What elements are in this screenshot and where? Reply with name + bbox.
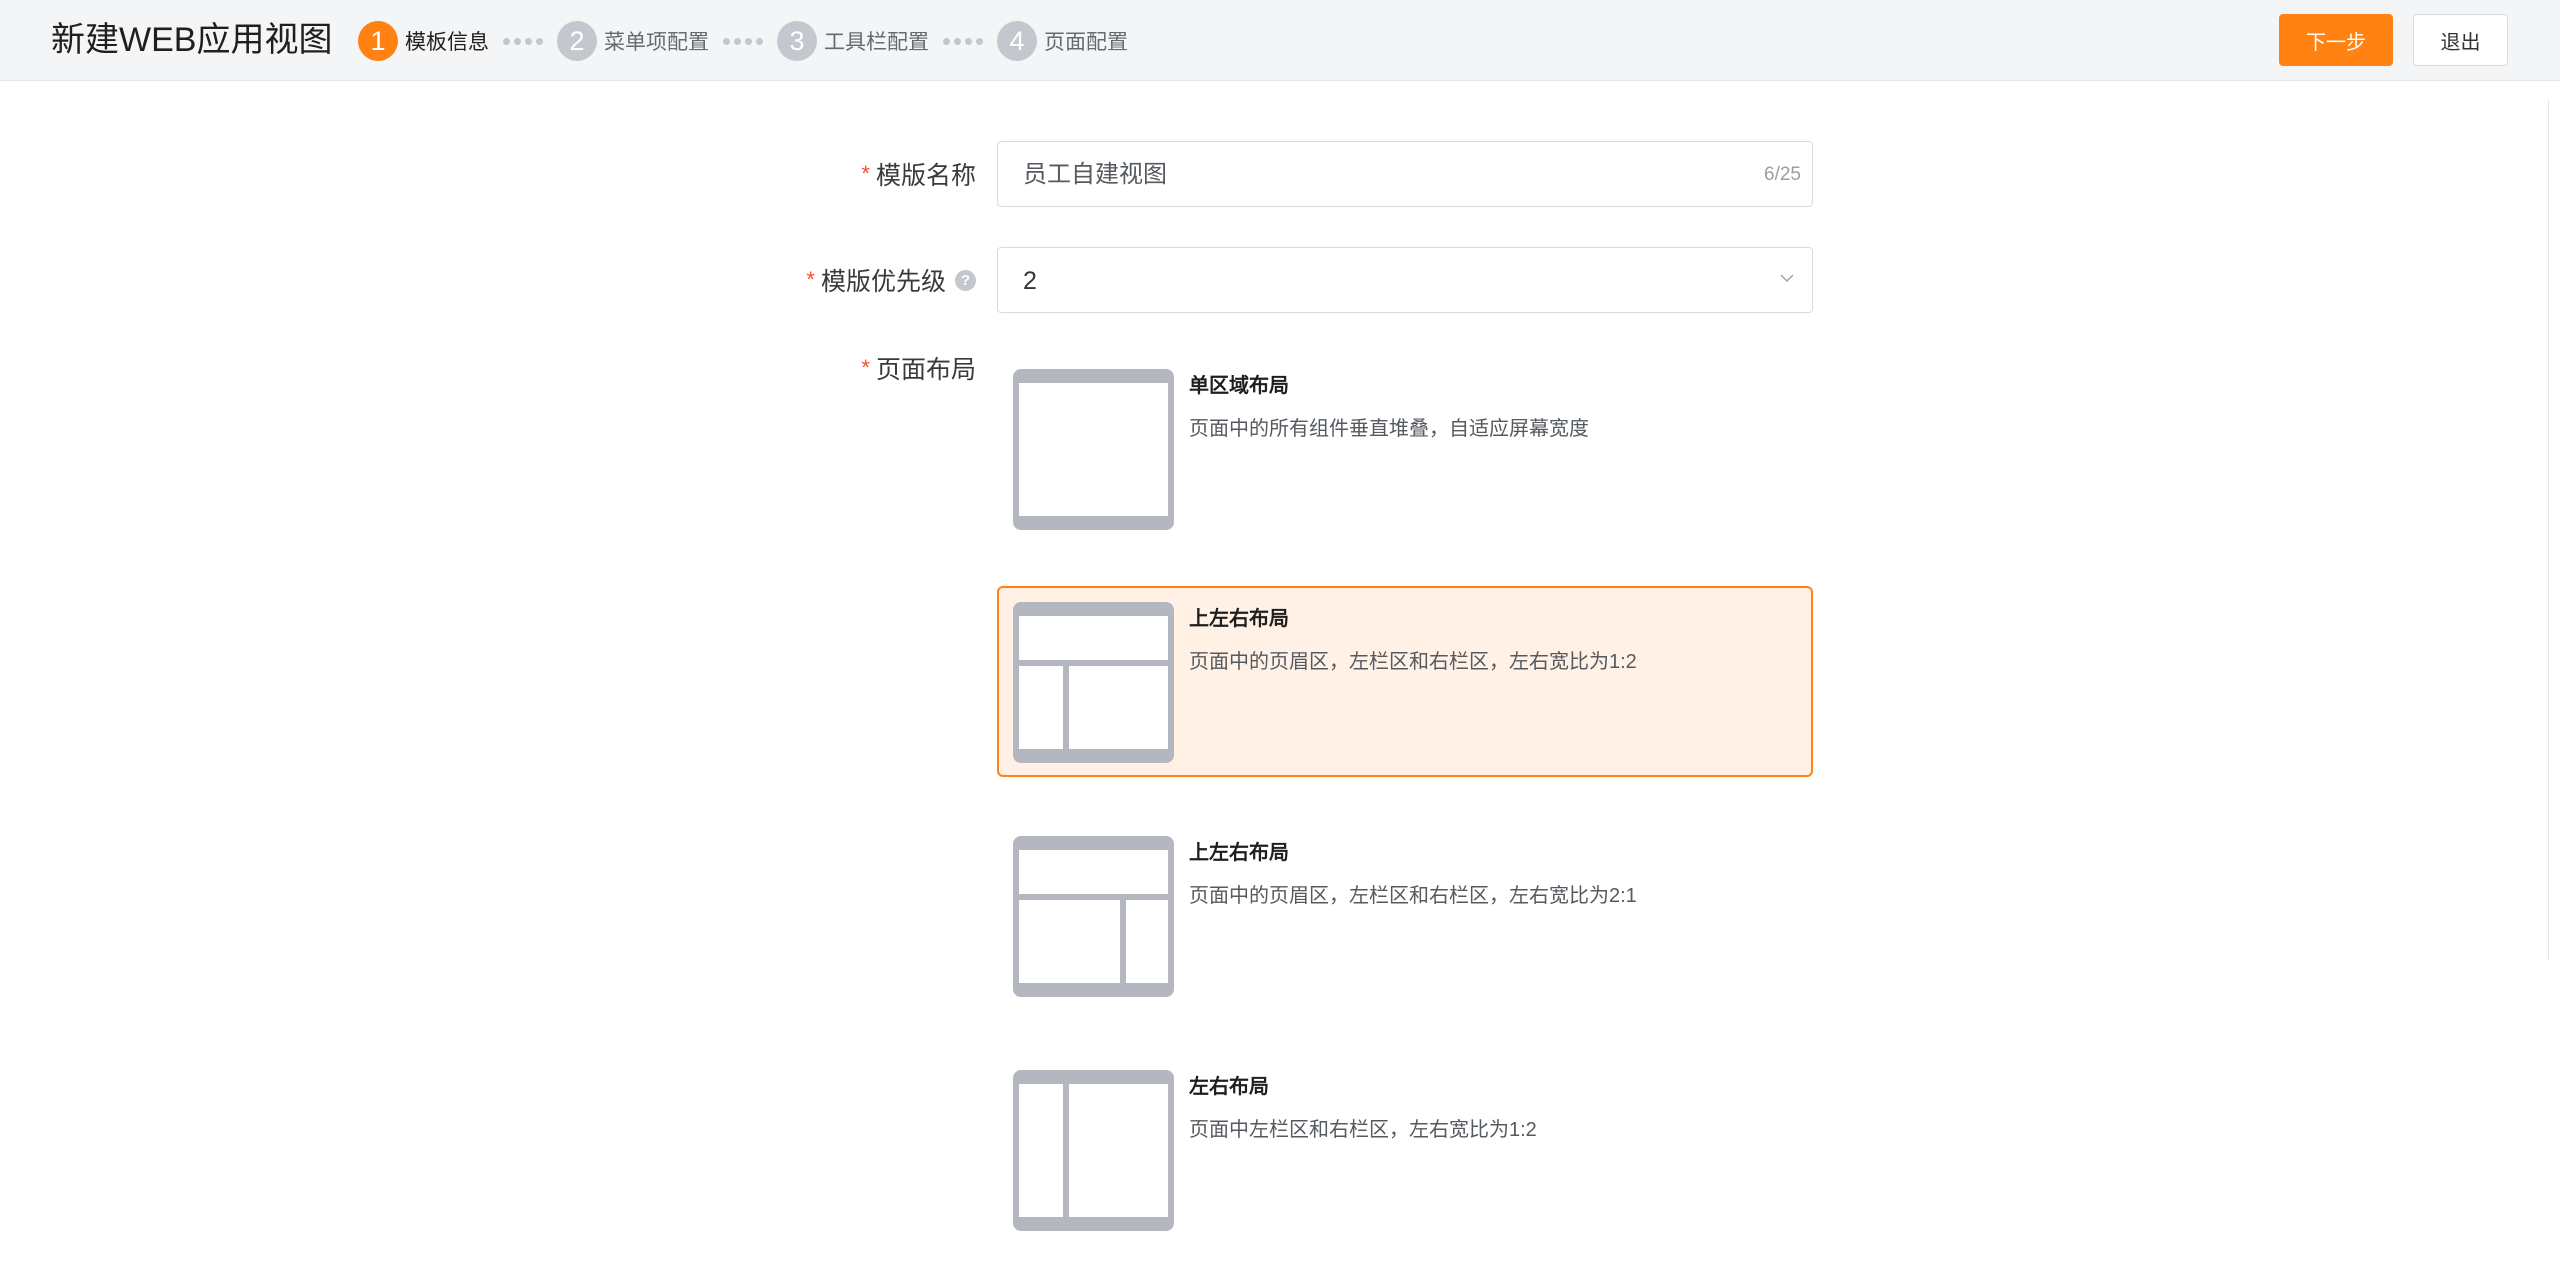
step-indicator: 1 模板信息 2 菜单项配置 3 工具栏配置 4 页面配置	[358, 21, 1128, 61]
layout-title: 上左右布局	[1189, 608, 1289, 630]
layout-option-single-region[interactable]: 单区域布局 页面中的所有组件垂直堆叠，自适应屏幕宽度	[997, 353, 1813, 544]
step-number: 1	[358, 21, 398, 61]
top-left-right-2-1-layout-icon	[1013, 836, 1174, 997]
layout-description: 页面中的页眉区，左栏区和右栏区，左右宽比为1:2	[1189, 651, 1637, 673]
step-label: 工具栏配置	[824, 31, 929, 54]
template-name-input[interactable]: 员工自建视图 6/25	[997, 141, 1813, 207]
step-number: 2	[557, 21, 597, 61]
step-connector	[943, 37, 983, 45]
step-connector	[723, 37, 763, 45]
step-number: 4	[997, 21, 1037, 61]
label-text: 模版优先级	[820, 268, 946, 296]
template-priority-select[interactable]: 2	[997, 247, 1813, 313]
label-text: 模版名称	[875, 162, 976, 190]
layout-title: 上左右布局	[1189, 842, 1289, 864]
layout-option-top-left-right-2-1[interactable]: 上左右布局 页面中的页眉区，左栏区和右栏区，左右宽比为2:1	[997, 820, 1813, 1011]
layout-description: 页面中的页眉区，左栏区和右栏区，左右宽比为2:1	[1189, 885, 1637, 907]
char-counter: 6/25	[1764, 164, 1801, 185]
required-mark: *	[806, 267, 815, 292]
input-value: 员工自建视图	[1023, 161, 1167, 188]
single-region-layout-icon	[1013, 369, 1174, 530]
page-title: 新建WEB应用视图	[51, 21, 333, 59]
step-label: 模板信息	[405, 31, 489, 54]
step-menu-config[interactable]: 2 菜单项配置	[557, 21, 709, 61]
chevron-down-icon	[1780, 274, 1794, 283]
step-number: 3	[777, 21, 817, 61]
select-value: 2	[1023, 267, 1037, 295]
layout-option-left-right[interactable]: 左右布局 页面中左栏区和右栏区，左右宽比为1:2	[997, 1054, 1813, 1245]
step-label: 菜单项配置	[604, 31, 709, 54]
top-left-right-1-2-layout-icon	[1013, 602, 1174, 763]
page-layout-label: * 页面布局	[861, 350, 976, 386]
layout-description: 页面中的所有组件垂直堆叠，自适应屏幕宽度	[1189, 418, 1589, 440]
template-name-label: * 模版名称	[861, 156, 976, 192]
next-step-button[interactable]: 下一步	[2279, 14, 2393, 66]
left-right-layout-icon	[1013, 1070, 1174, 1231]
required-mark: *	[861, 355, 870, 380]
layout-title: 单区域布局	[1189, 375, 1289, 397]
required-mark: *	[861, 161, 870, 186]
layout-title: 左右布局	[1189, 1076, 1269, 1098]
step-toolbar-config[interactable]: 3 工具栏配置	[777, 21, 929, 61]
exit-button[interactable]: 退出	[2413, 14, 2508, 66]
step-connector	[503, 37, 543, 45]
vertical-scrollbar[interactable]	[2548, 100, 2556, 960]
step-label: 页面配置	[1044, 31, 1128, 54]
help-icon[interactable]: ?	[955, 269, 976, 291]
label-text: 页面布局	[875, 356, 976, 384]
layout-description: 页面中左栏区和右栏区，左右宽比为1:2	[1189, 1119, 1537, 1141]
step-template-info[interactable]: 1 模板信息	[358, 21, 489, 61]
template-priority-label: * 模版优先级 ?	[806, 262, 976, 298]
layout-option-top-left-right-1-2[interactable]: 上左右布局 页面中的页眉区，左栏区和右栏区，左右宽比为1:2	[997, 586, 1813, 777]
header-bar: 新建WEB应用视图 1 模板信息 2 菜单项配置 3 工具栏配置 4 页面配置 …	[0, 0, 2560, 81]
step-page-config[interactable]: 4 页面配置	[997, 21, 1128, 61]
